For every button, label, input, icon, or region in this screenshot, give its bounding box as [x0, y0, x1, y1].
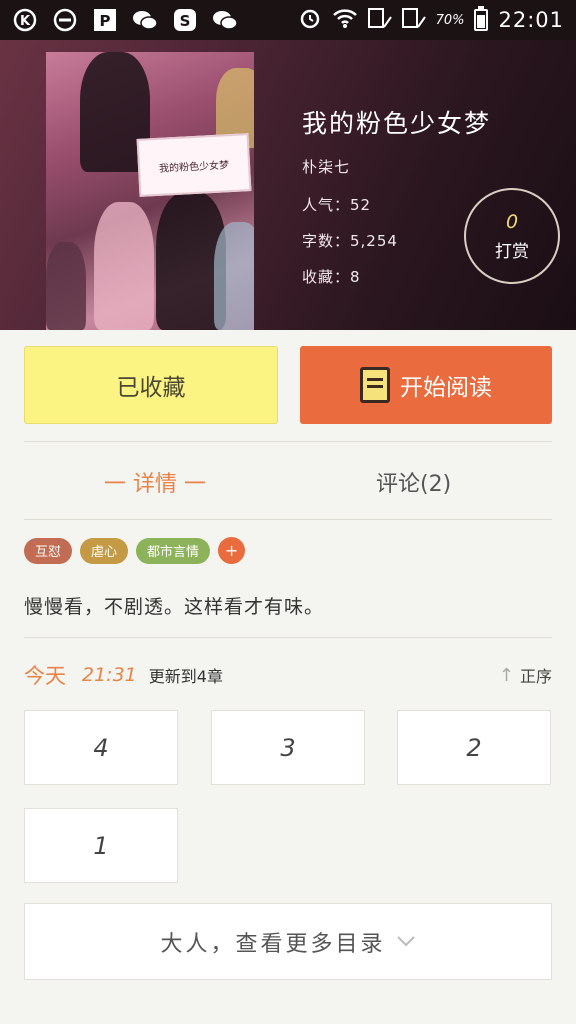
s-app-icon: S — [172, 7, 198, 33]
book-word-count: 字数：5,254 — [302, 232, 398, 250]
svg-text:K: K — [20, 14, 31, 29]
book-popularity: 人气：52 — [302, 196, 372, 214]
book-icon — [360, 367, 390, 403]
battery-percent: 70% — [435, 12, 465, 28]
book-title: 我的粉色少女梦 — [302, 109, 492, 138]
signal-icon — [401, 7, 426, 33]
update-day: 今天 — [24, 664, 66, 688]
clock: 22:01 — [498, 8, 564, 32]
tag-chip[interactable]: 虐心 — [80, 537, 129, 564]
chapter-button[interactable]: 2 — [397, 710, 551, 785]
battery-level — [477, 15, 486, 28]
cover-figure — [46, 242, 86, 330]
alarm-icon — [298, 6, 322, 34]
update-text: 更新到4章 — [148, 667, 223, 686]
signal-icon — [367, 7, 392, 33]
tip-button[interactable]: 0 打赏 — [464, 188, 560, 284]
sort-label: 正序 — [519, 667, 552, 686]
tag-chip[interactable]: 都市言情 — [136, 537, 211, 564]
start-reading-button[interactable]: 开始阅读 — [300, 346, 552, 424]
sort-toggle[interactable]: ↑ 正序 — [499, 663, 552, 687]
more-catalog-button[interactable]: 大人，查看更多目录 — [24, 903, 552, 980]
chapter-button[interactable]: 3 — [211, 710, 365, 785]
arrow-up-icon: ↑ — [498, 664, 514, 686]
update-row: 今天 21:31 更新到4章 ↑ 正序 — [24, 660, 552, 690]
cover-caption: 我的粉色少女梦 — [136, 133, 252, 197]
p-app-icon: P — [92, 7, 118, 33]
chapter-button[interactable]: 4 — [24, 710, 178, 785]
book-header: 我的粉色少女梦 我的粉色少女梦 朴柒七 人气：52 字数：5,254 收藏：8 … — [0, 40, 576, 330]
tip-label: 打赏 — [495, 241, 529, 262]
start-reading-label: 开始阅读 — [400, 375, 492, 401]
wechat-icon — [132, 7, 158, 33]
wifi-icon — [332, 7, 358, 33]
tab-comments[interactable]: 评论(2) — [376, 466, 451, 498]
svg-text:P: P — [100, 12, 111, 30]
divider — [24, 637, 552, 638]
tag-chip[interactable]: 互怼 — [24, 537, 73, 564]
minus-circle-icon — [52, 7, 78, 33]
add-tag-button[interactable]: + — [218, 537, 246, 564]
favorited-button[interactable]: 已收藏 — [24, 346, 278, 424]
book-cover[interactable]: 我的粉色少女梦 — [46, 52, 254, 330]
k-app-icon: K — [12, 7, 38, 33]
tag-list: 互怼 虐心 都市言情 + — [24, 537, 246, 564]
wechat-icon — [212, 7, 238, 33]
update-time: 21:31 — [82, 664, 137, 686]
tip-count: 0 — [505, 210, 519, 233]
cover-figure — [94, 202, 154, 330]
book-favorites: 收藏：8 — [302, 268, 361, 286]
book-author[interactable]: 朴柒七 — [302, 156, 350, 177]
battery-icon — [474, 6, 489, 31]
more-catalog-label: 大人，查看更多目录 — [160, 931, 386, 957]
book-description: 慢慢看，不剧透。这样看才有味。 — [24, 596, 325, 618]
divider — [24, 519, 552, 520]
chapter-button[interactable]: 1 — [24, 808, 178, 883]
divider — [24, 441, 552, 442]
chevron-down-icon — [396, 932, 416, 951]
tab-detail[interactable]: 一 详情 一 — [104, 466, 206, 498]
cover-figure — [214, 222, 254, 330]
svg-text:S: S — [180, 12, 191, 30]
status-bar: K P S 70% 22:01 — [0, 0, 576, 40]
